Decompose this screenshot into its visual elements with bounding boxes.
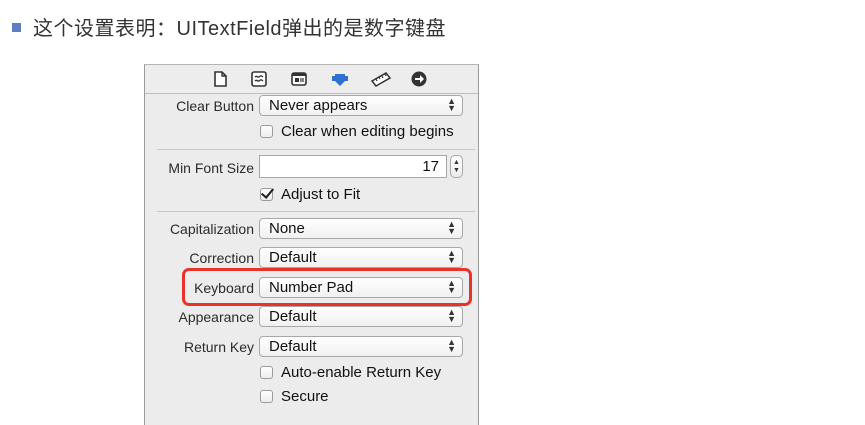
keyboard-highlight-box (182, 268, 472, 306)
checkbox-icon[interactable] (260, 366, 273, 379)
file-inspector-icon[interactable] (211, 70, 229, 88)
section-divider (157, 211, 475, 212)
caption-text: 这个设置表明：UITextField弹出的是数字键盘 (33, 18, 447, 40)
min-font-size-field[interactable]: 17 (259, 155, 447, 178)
capitalization-label: Capitalization (169, 221, 254, 237)
clear-when-editing-label: Clear when editing begins (281, 123, 454, 140)
clear-when-editing-checkbox[interactable]: Clear when editing begins (260, 123, 454, 140)
size-inspector-icon[interactable] (370, 70, 392, 88)
min-font-size-stepper[interactable]: ▲ ▼ (450, 155, 463, 178)
capitalization-popup[interactable]: None ▲ ▼ (259, 218, 463, 239)
identity-inspector-icon[interactable] (290, 70, 308, 88)
clear-button-value: Never appears (269, 97, 368, 114)
appearance-value: Default (269, 308, 317, 325)
correction-value: Default (269, 249, 317, 266)
bullet-icon (12, 22, 21, 32)
checkbox-icon[interactable] (260, 125, 273, 138)
auto-enable-return-key-checkbox[interactable]: Auto-enable Return Key (260, 364, 441, 381)
adjust-to-fit-checkbox[interactable]: Adjust to Fit (260, 186, 360, 203)
min-font-size-label: Min Font Size (168, 160, 254, 176)
checkbox-icon[interactable] (260, 390, 273, 403)
caption: 这个设置表明：UITextField弹出的是数字键盘 (12, 12, 446, 41)
appearance-popup[interactable]: Default ▲ ▼ (259, 306, 463, 327)
correction-label: Correction (189, 250, 254, 266)
secure-label: Secure (281, 388, 329, 405)
popup-arrows-icon: ▲ ▼ (447, 248, 456, 265)
capitalization-value: None (269, 220, 305, 237)
attributes-inspector-icon[interactable] (331, 70, 349, 88)
auto-enable-return-key-label: Auto-enable Return Key (281, 364, 442, 381)
quick-help-icon[interactable] (250, 70, 268, 88)
popup-arrows-icon: ▲ ▼ (447, 307, 456, 324)
popup-arrows-icon: ▲ ▼ (447, 96, 456, 113)
return-key-popup[interactable]: Default ▲ ▼ (259, 336, 463, 357)
clear-button-popup[interactable]: Never appears ▲ ▼ (259, 95, 463, 116)
return-key-value: Default (269, 338, 317, 355)
section-divider (157, 149, 475, 150)
clear-button-label: Clear Button (176, 98, 254, 114)
return-key-label: Return Key (183, 339, 254, 355)
inspector-toolbar (145, 65, 478, 94)
correction-popup[interactable]: Default ▲ ▼ (259, 247, 463, 268)
adjust-to-fit-label: Adjust to Fit (281, 186, 361, 203)
popup-arrows-icon: ▲ ▼ (447, 219, 456, 236)
secure-checkbox[interactable]: Secure (260, 388, 329, 405)
connections-inspector-icon[interactable] (410, 70, 428, 88)
popup-arrows-icon: ▲ ▼ (447, 337, 456, 354)
appearance-label: Appearance (178, 309, 254, 325)
checkbox-checked-icon[interactable] (260, 188, 273, 201)
